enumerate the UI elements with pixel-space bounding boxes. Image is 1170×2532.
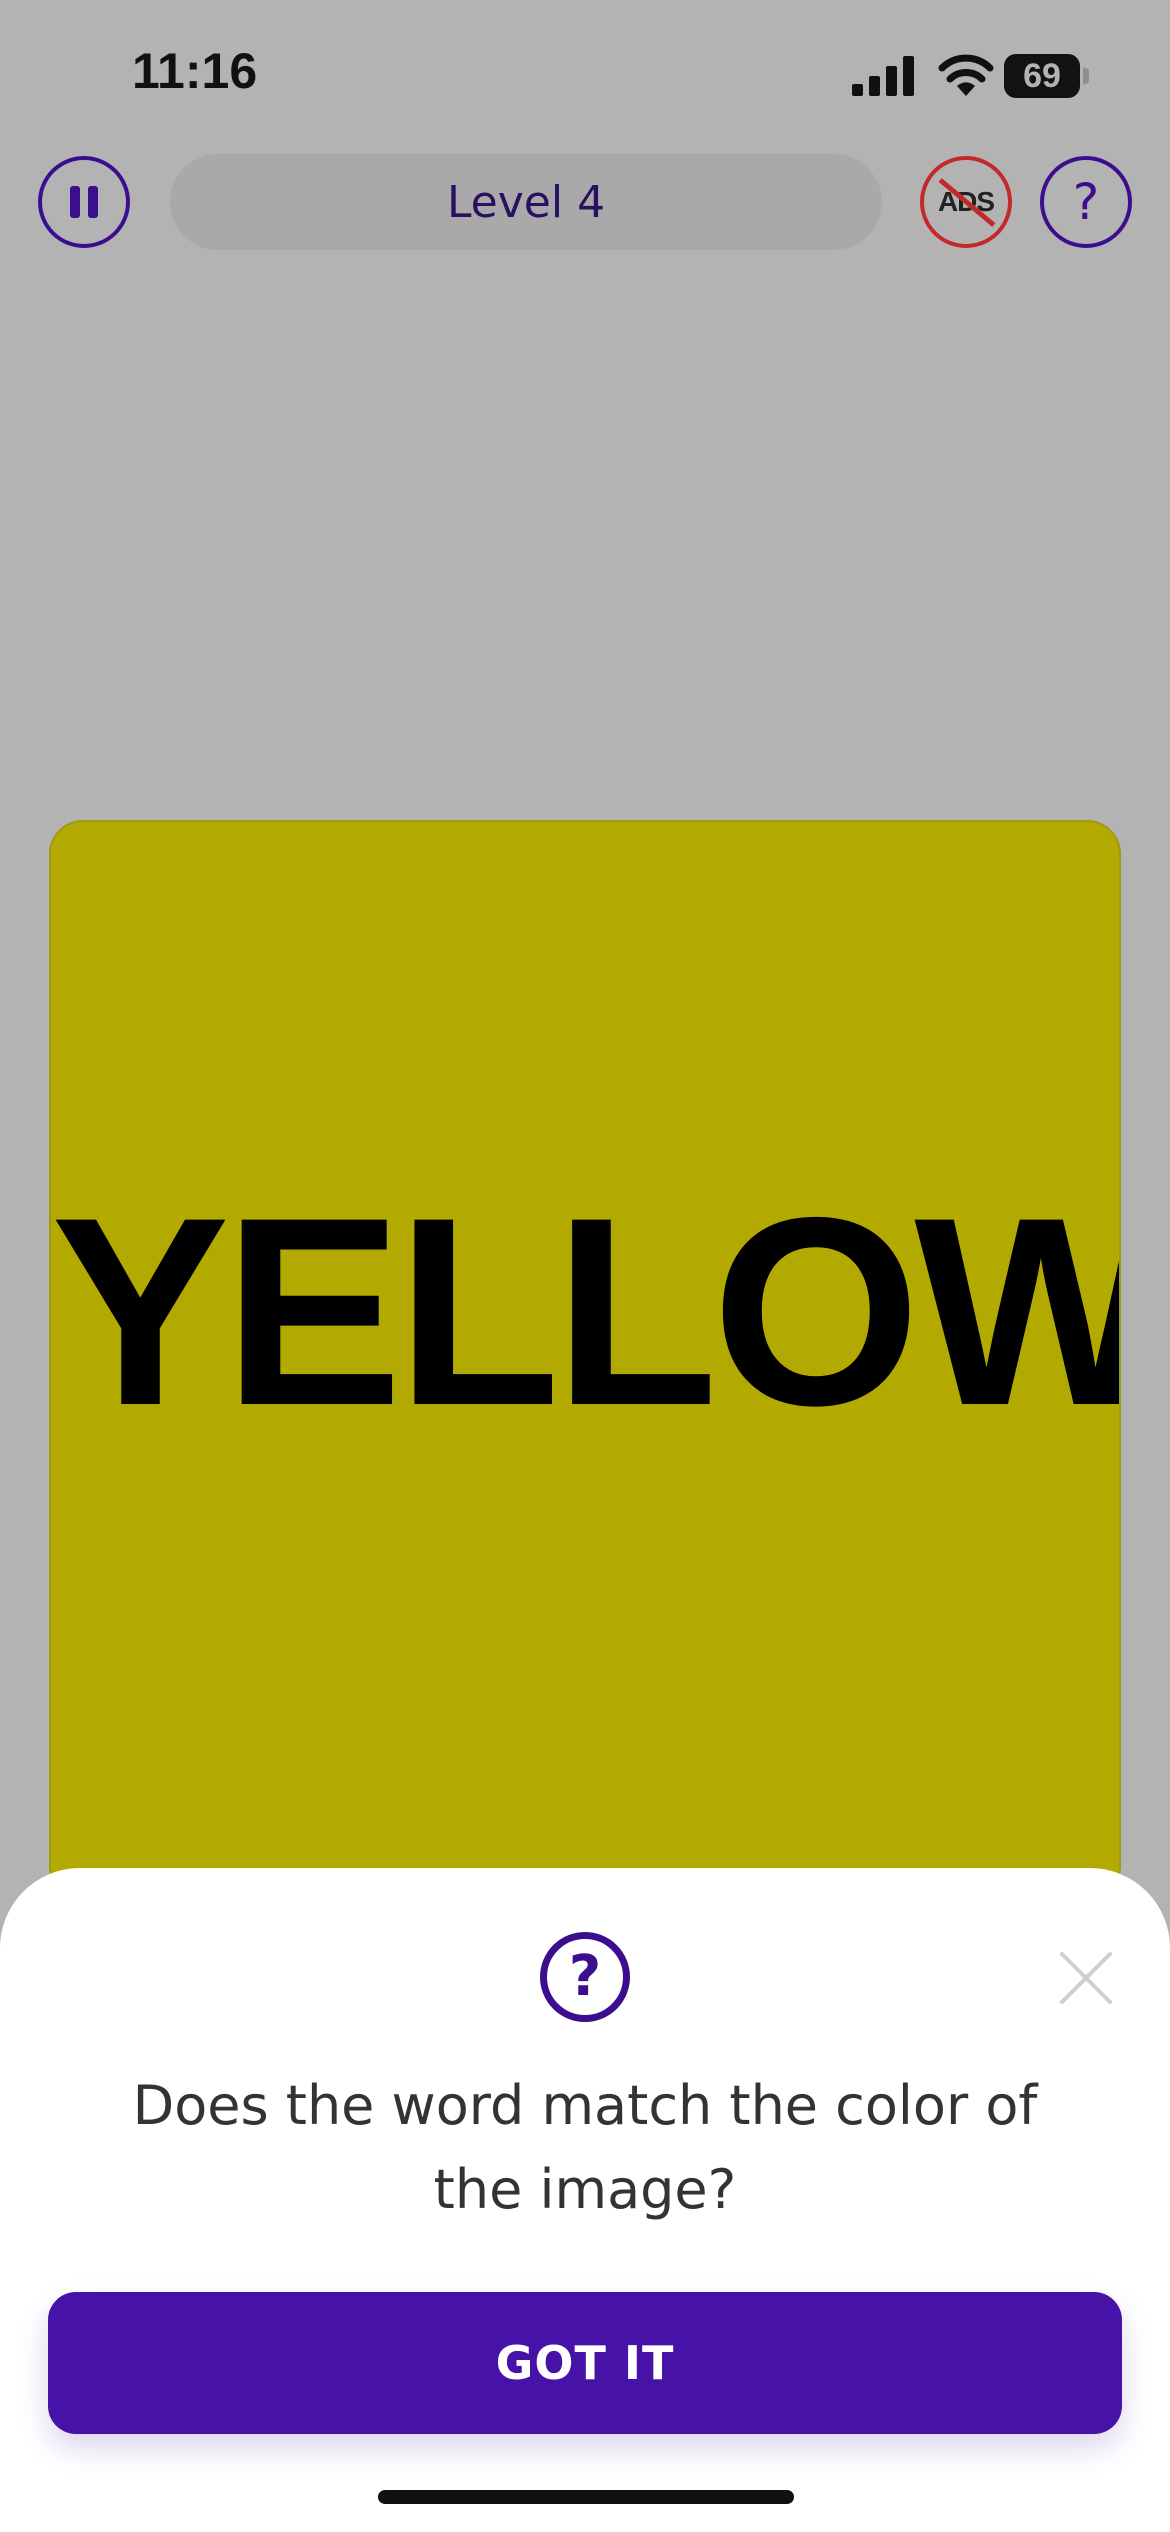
pause-button[interactable]	[38, 156, 130, 248]
remove-ads-button[interactable]: ADS	[920, 156, 1012, 248]
pause-icon	[70, 186, 98, 218]
hint-message: Does the word match the color of the ima…	[132, 2074, 1038, 2221]
wifi-icon	[938, 54, 994, 96]
color-card[interactable]: YELLOW	[49, 820, 1121, 1900]
status-time: 11:16	[132, 43, 258, 99]
help-button[interactable]: ?	[1040, 156, 1132, 248]
question-mark-icon: ?	[1072, 173, 1100, 231]
battery-cap	[1083, 68, 1089, 84]
home-indicator[interactable]	[378, 2490, 794, 2504]
color-word: YELLOW	[51, 1161, 1121, 1461]
level-indicator: Level 4	[170, 154, 882, 250]
signal-icon	[852, 56, 914, 96]
status-bar: 11:16 69	[0, 0, 1170, 150]
pause-bar	[88, 186, 98, 218]
pause-bar	[70, 186, 80, 218]
help-circle-icon: ?	[540, 1932, 630, 2022]
close-icon[interactable]	[1056, 1948, 1116, 2008]
battery-level: 69	[1023, 56, 1061, 95]
hint-bottom-sheet: ? Does the word match the color of the i…	[0, 1868, 1170, 2532]
battery-icon: 69	[1004, 54, 1090, 98]
got-it-button[interactable]: GOT IT	[48, 2292, 1122, 2434]
